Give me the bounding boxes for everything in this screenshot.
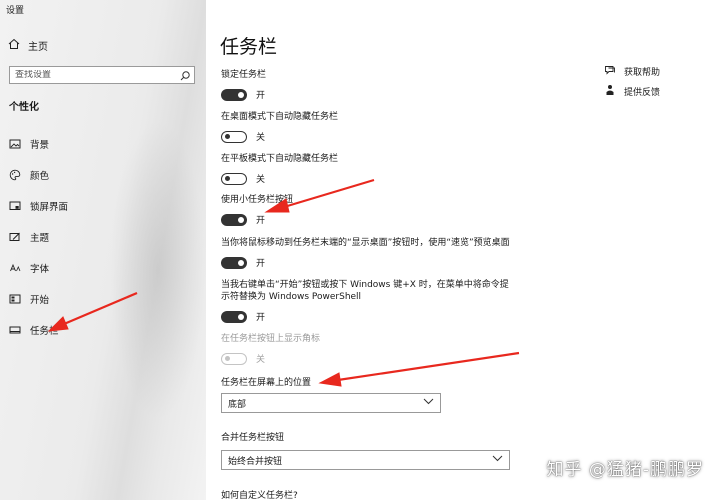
toggle-state: 开 xyxy=(256,313,266,323)
toggle-state: 关 xyxy=(256,175,266,185)
setting-label-combine: 合并任务栏按钮 xyxy=(221,433,285,443)
picture-icon xyxy=(8,137,21,150)
search-input[interactable] xyxy=(10,70,178,80)
feedback-label: 提供反馈 xyxy=(624,88,661,98)
watermark-text: 知乎 @猛猪-鹏鹏罗 xyxy=(546,460,704,480)
toggle-switch[interactable] xyxy=(221,256,247,269)
toggle-autohide-desktop[interactable]: 关 xyxy=(221,130,265,143)
setting-label-lock-taskbar: 锁定任务栏 xyxy=(221,70,267,80)
sidebar-item-label: 字体 xyxy=(30,263,50,275)
font-icon xyxy=(8,261,21,274)
combine-dropdown[interactable]: 始终合并按钮 xyxy=(221,450,510,470)
customize-taskbar-link[interactable]: 如何自定义任务栏? xyxy=(221,488,298,501)
sidebar: 设置 主页 个性化 背景 颜色 锁屏界面 xyxy=(0,0,206,500)
toggle-switch[interactable] xyxy=(221,310,247,323)
palette-icon xyxy=(8,168,21,181)
dropdown-value: 底部 xyxy=(228,399,247,410)
chevron-down-icon xyxy=(423,398,434,408)
sidebar-item-taskbar[interactable]: 任务栏 xyxy=(0,314,206,345)
sidebar-item-start[interactable]: 开始 xyxy=(0,283,206,314)
home-label: 主页 xyxy=(28,42,48,53)
toggle-badges: 关 xyxy=(221,352,265,365)
start-icon xyxy=(8,292,21,305)
sidebar-nav: 背景 颜色 锁屏界面 主题 字体 开始 任务栏 xyxy=(0,128,206,345)
setting-label-autohide-tablet: 在平板模式下自动隐藏任务栏 xyxy=(221,154,339,164)
theme-icon xyxy=(8,230,21,243)
home-icon xyxy=(8,38,20,53)
toggle-small-buttons[interactable]: 开 xyxy=(221,213,265,226)
toggle-state: 关 xyxy=(256,355,266,365)
main-panel: 任务栏 锁定任务栏 开 在桌面模式下自动隐藏任务栏 关 在平板模式下自动隐藏任务… xyxy=(206,0,724,501)
sidebar-item-label: 开始 xyxy=(30,294,50,306)
section-title: 个性化 xyxy=(9,102,39,113)
setting-label-line: 当我右键单击“开始”按钮或按下 Windows 键+X 时，在菜单中将命令提 xyxy=(221,280,509,290)
search-icon[interactable] xyxy=(178,68,192,82)
setting-label-autohide-desktop: 在桌面模式下自动隐藏任务栏 xyxy=(221,112,339,122)
toggle-powershell[interactable]: 开 xyxy=(221,310,265,323)
search-box[interactable] xyxy=(9,66,195,84)
toggle-switch[interactable] xyxy=(221,88,247,101)
lock-screen-icon xyxy=(8,199,21,212)
dropdown-value: 始终合并按钮 xyxy=(228,456,283,467)
setting-label-powershell: 当我右键单击“开始”按钮或按下 Windows 键+X 时，在菜单中将命令提 示… xyxy=(221,279,509,303)
sidebar-item-lock-screen[interactable]: 锁屏界面 xyxy=(0,190,206,221)
toggle-switch[interactable] xyxy=(221,213,247,226)
toggle-state: 关 xyxy=(256,133,266,143)
toggle-switch xyxy=(221,352,247,365)
sidebar-item-fonts[interactable]: 字体 xyxy=(0,252,206,283)
setting-label-position: 任务栏在屏幕上的位置 xyxy=(221,378,312,388)
feedback-icon xyxy=(604,84,616,99)
toggle-switch[interactable] xyxy=(221,172,247,185)
setting-label-line: 示符替换为 Windows PowerShell xyxy=(221,292,362,302)
sidebar-item-label: 主题 xyxy=(30,232,50,244)
toggle-state: 开 xyxy=(256,216,266,226)
window-title: 设置 xyxy=(6,6,25,16)
toggle-state: 开 xyxy=(256,259,266,269)
page-title: 任务栏 xyxy=(220,36,278,58)
toggle-lock-taskbar[interactable]: 开 xyxy=(221,88,265,101)
setting-label-peek: 当你将鼠标移动到任务栏末端的“显示桌面”按钮时，使用“速览”预览桌面 xyxy=(221,238,510,248)
sidebar-item-label: 任务栏 xyxy=(30,325,59,337)
toggle-peek[interactable]: 开 xyxy=(221,256,265,269)
toggle-switch[interactable] xyxy=(221,130,247,143)
sidebar-item-themes[interactable]: 主题 xyxy=(0,221,206,252)
taskbar-icon xyxy=(8,323,21,336)
get-help-link[interactable]: 获取帮助 xyxy=(604,64,660,79)
setting-label-small-buttons: 使用小任务栏按钮 xyxy=(221,195,294,205)
toggle-autohide-tablet[interactable]: 关 xyxy=(221,172,265,185)
chat-help-icon xyxy=(604,64,616,79)
sidebar-item-label: 锁屏界面 xyxy=(30,201,69,213)
feedback-link[interactable]: 提供反馈 xyxy=(604,84,660,99)
home-nav-item[interactable]: 主页 xyxy=(8,38,48,53)
position-dropdown[interactable]: 底部 xyxy=(221,393,441,413)
setting-label-badges: 在任务栏按钮上显示角标 xyxy=(221,334,321,344)
sidebar-item-label: 背景 xyxy=(30,139,50,151)
sidebar-item-label: 颜色 xyxy=(30,170,50,182)
toggle-state: 开 xyxy=(256,91,266,101)
get-help-label: 获取帮助 xyxy=(624,68,661,78)
sidebar-item-background[interactable]: 背景 xyxy=(0,128,206,159)
chevron-down-icon xyxy=(492,455,503,465)
sidebar-item-colors[interactable]: 颜色 xyxy=(0,159,206,190)
